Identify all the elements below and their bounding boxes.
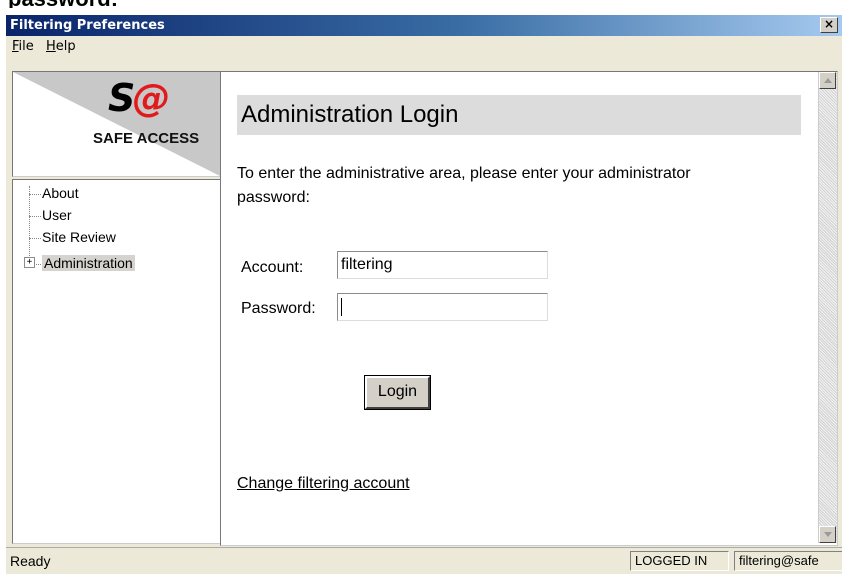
menu-file-label: ile — [18, 39, 34, 54]
window-title: Filtering Preferences — [10, 18, 165, 33]
tree-item-label: About — [42, 185, 79, 201]
menu-bar: File Help — [6, 36, 842, 57]
text-caret — [341, 297, 342, 316]
account-field-value: filtering — [341, 256, 393, 273]
plus-box-icon[interactable]: + — [24, 257, 35, 268]
triangle-down-icon — [824, 532, 832, 537]
close-button[interactable]: × — [820, 17, 838, 33]
change-filtering-account-link[interactable]: Change filtering account — [237, 474, 410, 494]
login-state-text: LOGGED IN — [635, 553, 708, 568]
navigation-tree: About User Site Review + Administration — [12, 179, 221, 544]
password-label: Password: — [241, 300, 316, 317]
account-label: Account: — [241, 259, 304, 276]
menu-help[interactable]: Help — [46, 39, 76, 54]
tree-item-label: Site Review — [42, 229, 116, 245]
tree-item-label: User — [42, 207, 72, 223]
current-user-cell: filtering@safe — [734, 551, 842, 571]
logo-mark-at: @ — [132, 76, 170, 120]
instructions-line-1: To enter the administrative area, please… — [237, 165, 691, 182]
instructions-text: To enter the administrative area, please… — [237, 162, 797, 210]
tree-item-administration[interactable]: + Administration — [19, 254, 135, 272]
tree-item-user[interactable]: User — [19, 206, 72, 224]
tree-item-label: Administration — [42, 255, 135, 271]
triangle-up-icon — [824, 78, 832, 83]
current-user-text: filtering@safe — [739, 553, 819, 568]
close-icon: × — [823, 17, 835, 31]
status-bar: Ready LOGGED IN filtering@safe — [6, 547, 842, 574]
left-column: S@ SAFE ACCESS About User Site Review + … — [12, 71, 221, 544]
title-bar[interactable]: Filtering Preferences × — [6, 15, 842, 36]
status-text: Ready — [10, 553, 51, 569]
tree-connector — [29, 193, 41, 195]
login-button[interactable]: Login — [364, 375, 431, 410]
menu-file[interactable]: File — [12, 39, 34, 54]
vertical-scrollbar[interactable] — [818, 72, 837, 543]
logo-panel: S@ SAFE ACCESS — [12, 71, 221, 177]
scroll-up-button[interactable] — [819, 72, 836, 89]
logo-text: SAFE ACCESS — [93, 130, 200, 147]
safe-access-logo-icon: S@ — [108, 76, 170, 120]
tree-connector — [29, 237, 41, 239]
password-field[interactable] — [337, 293, 548, 321]
menu-help-label: elp — [55, 39, 76, 54]
tree-item-site-review[interactable]: Site Review — [19, 228, 116, 246]
scroll-down-button[interactable] — [819, 526, 836, 543]
logo-mark-s: S — [108, 76, 135, 120]
menu-help-accel: H — [46, 39, 56, 54]
app-window: Filtering Preferences × File Help S@ SAF… — [6, 15, 842, 574]
background-cut-text: password: — [8, 0, 118, 8]
content-panel: Administration Login To enter the admini… — [220, 71, 838, 546]
login-state-cell: LOGGED IN — [630, 551, 729, 571]
tree-connector — [29, 215, 41, 217]
instructions-line-2: password: — [237, 189, 310, 206]
account-field[interactable]: filtering — [337, 251, 548, 279]
tree-item-about[interactable]: About — [19, 184, 79, 202]
page-title: Administration Login — [237, 95, 801, 135]
